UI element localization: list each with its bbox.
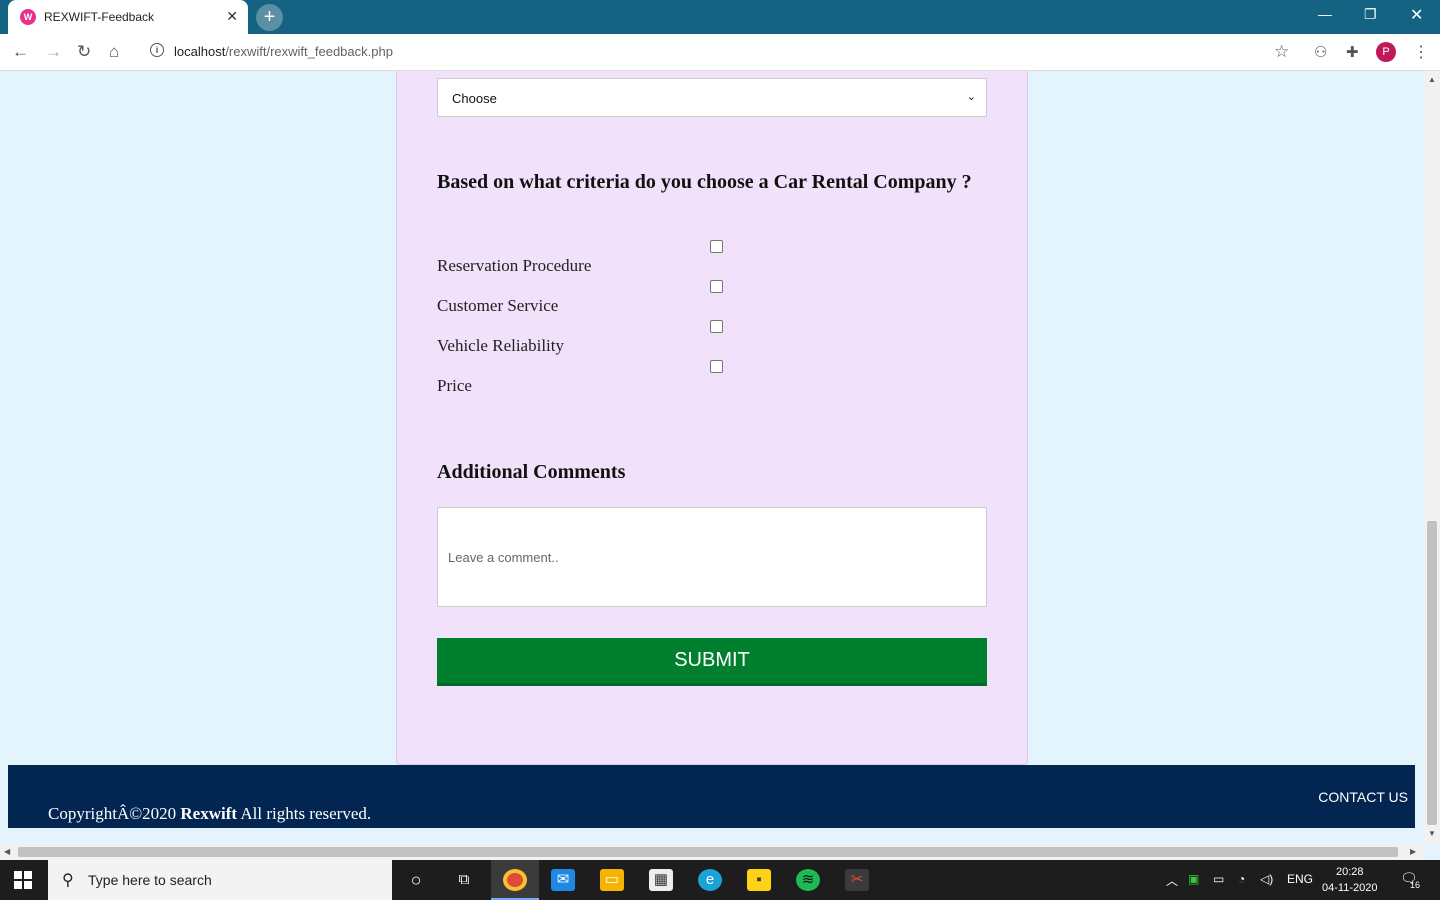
volume-icon[interactable]: ◁) [1260,872,1273,886]
feedback-form-card: Choose ⌄ Based on what criteria do you c… [396,71,1028,765]
criteria-question: Based on what criteria do you choose a C… [437,171,972,193]
home-icon[interactable]: ⌂ [109,42,119,62]
chevron-down-icon: ⌄ [966,91,976,103]
brand-name: Rexwift [180,804,238,823]
comments-heading: Additional Comments [437,461,626,483]
taskbar-clock[interactable]: 20:28 04-11-2020 [1322,864,1377,896]
contact-us-link[interactable]: CONTACT US [1318,789,1408,805]
horizontal-scrollbar[interactable]: ◀ ▶ [0,844,1424,860]
bookmark-star-icon[interactable]: ☆ [1274,42,1289,62]
cortana-icon[interactable]: ○ [404,869,428,891]
url-path: /rexwift/rexwift_feedback.php [225,44,393,59]
option-label: Price [437,376,472,395]
forward-icon[interactable]: → [45,42,62,62]
page-viewport: Choose ⌄ Based on what criteria do you c… [0,71,1424,844]
scroll-up-icon[interactable]: ▲ [1428,75,1436,84]
tab-title: REXWIFT-Feedback [44,10,155,24]
checkbox-vehicle-reliability[interactable] [710,320,723,333]
site-favicon-icon: W [20,9,36,25]
browser-toolbar: ← → ↻ ⌂ i localhost/rexwift/rexwift_feed… [0,34,1440,71]
chrome-icon[interactable] [503,869,527,891]
taskbar-search[interactable]: ⚲ Type here to search [48,860,392,900]
taskbar-search-placeholder: Type here to search [88,872,212,888]
close-window-icon[interactable]: ✕ [1410,5,1423,25]
copyright-prefix: CopyrightÂ©2020 [48,804,181,823]
submit-button[interactable]: SUBMIT [437,638,987,686]
copyright-text: CopyrightÂ©2020 Rexwift All rights reser… [48,804,371,824]
file-explorer-icon[interactable]: ▭ [600,869,624,891]
tray-chevron-up-icon[interactable]: ︿ [1166,872,1178,889]
option-label: Vehicle Reliability [437,336,564,355]
restore-icon[interactable]: ❐ [1364,6,1377,23]
tray-app-icon[interactable]: ▣ [1188,872,1199,886]
mail-icon[interactable]: ✉ [551,869,575,891]
url-host: localhost [174,44,226,59]
checkbox-reservation-procedure[interactable] [710,240,723,253]
wifi-icon[interactable]: ◔ [1238,872,1245,886]
clock-time: 20:28 [1335,866,1364,878]
vertical-scroll-thumb[interactable] [1427,521,1437,825]
reload-icon[interactable]: ↻ [77,42,91,62]
horizontal-scroll-thumb[interactable] [18,847,1398,857]
choice-select[interactable]: Choose ⌄ [437,78,987,117]
site-footer: CopyrightÂ©2020 Rexwift All rights reser… [8,765,1415,828]
option-label: Reservation Procedure [437,256,592,275]
close-tab-icon[interactable]: ✕ [226,8,238,25]
browser-tab[interactable]: W REXWIFT-Feedback ✕ [8,0,248,34]
comment-placeholder: Leave a comment.. [448,550,559,565]
checkbox-price[interactable] [710,360,723,373]
store-icon[interactable]: ▦ [649,869,673,891]
search-icon: ⚲ [62,872,74,889]
minimize-icon[interactable]: — [1318,6,1332,22]
extension-icon[interactable]: ⚇ [1314,43,1327,61]
windows-start-icon[interactable] [14,871,32,889]
windows-taskbar: ⚲ Type here to search ○ ⧉ ✉ ▭ ▦ e ▪ ≋ ✂ … [0,860,1440,900]
browser-titlebar: W REXWIFT-Feedback ✕ + — ❐ ✕ [0,0,1440,34]
checkbox-customer-service[interactable] [710,280,723,293]
clock-date: 04-11-2020 [1322,882,1378,894]
address-bar[interactable]: i localhost/rexwift/rexwift_feedback.php [140,39,1300,65]
url-text: localhost/rexwift/rexwift_feedback.php [174,44,393,59]
select-value: Choose [452,91,497,106]
copyright-suffix: All rights reserved. [237,804,372,823]
spotify-icon[interactable]: ≋ [796,869,820,891]
extensions-puzzle-icon[interactable]: ✚ [1346,43,1359,61]
browser-menu-icon[interactable]: ⋮ [1413,42,1429,62]
option-label: Customer Service [437,296,559,315]
comment-textarea[interactable]: Leave a comment.. [437,507,987,607]
scroll-down-icon[interactable]: ▼ [1428,829,1436,838]
notification-count: 16 [1410,880,1421,890]
scroll-right-icon[interactable]: ▶ [1410,847,1416,856]
snipping-tool-icon[interactable]: ✂ [845,869,869,891]
profile-avatar[interactable]: P [1376,42,1396,62]
task-view-icon[interactable]: ⧉ [452,869,476,891]
vertical-scrollbar[interactable]: ▲ ▼ [1424,71,1440,844]
site-info-icon[interactable]: i [150,43,164,57]
battery-icon[interactable]: ▭ [1213,872,1224,886]
language-indicator[interactable]: ENG [1287,872,1313,886]
edge-icon[interactable]: e [698,869,722,891]
sticky-notes-icon[interactable]: ▪ [747,869,771,891]
back-icon[interactable]: ← [12,42,29,62]
scroll-left-icon[interactable]: ◀ [4,847,10,856]
new-tab-button[interactable]: + [256,4,283,31]
